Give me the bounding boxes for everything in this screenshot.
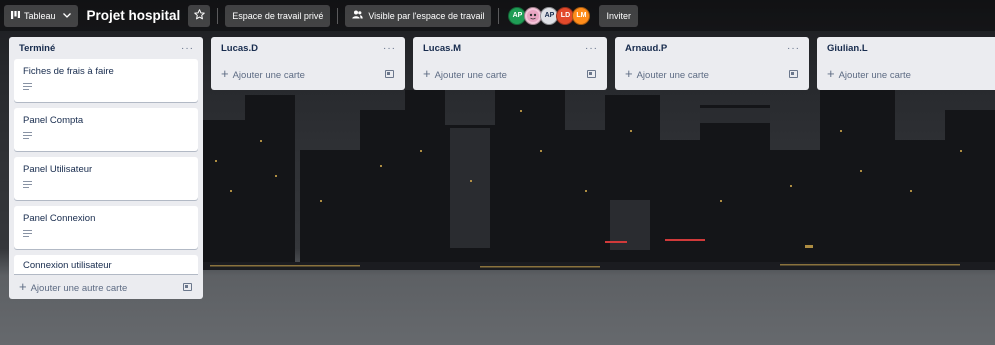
card-template-icon[interactable] bbox=[587, 69, 596, 78]
list-menu-icon[interactable]: ··· bbox=[181, 43, 194, 54]
header-divider bbox=[337, 7, 339, 24]
add-card-label: Ajouter une carte bbox=[636, 70, 709, 81]
list-title[interactable]: Terminé bbox=[19, 43, 55, 54]
add-card-label-wrap: + Ajouter une carte bbox=[625, 66, 709, 81]
add-card-label-wrap: + Ajouter une carte bbox=[423, 66, 507, 81]
add-card-label: Ajouter une carte bbox=[434, 70, 507, 81]
chevron-down-icon bbox=[62, 11, 71, 20]
list-header[interactable]: Lucas.M ··· bbox=[413, 37, 607, 59]
card-title: Fiches de frais à faire bbox=[23, 66, 114, 77]
board-title[interactable]: Projet hospital bbox=[87, 8, 181, 23]
list-title[interactable]: Lucas.D bbox=[221, 43, 258, 54]
add-card-label: Ajouter une carte bbox=[232, 70, 305, 81]
list-arnaud-p: Arnaud.P ··· + Ajouter une carte bbox=[615, 37, 809, 90]
add-card-label-wrap: + Ajouter une carte bbox=[221, 66, 305, 81]
add-card-label: Ajouter une carte bbox=[838, 70, 911, 81]
description-icon bbox=[23, 230, 32, 237]
plus-icon: + bbox=[827, 66, 835, 81]
description-icon bbox=[23, 132, 32, 139]
list-title[interactable]: Arnaud.P bbox=[625, 43, 667, 54]
card-template-icon[interactable] bbox=[385, 69, 394, 78]
card-template-icon[interactable] bbox=[183, 282, 192, 291]
plus-icon: + bbox=[625, 66, 633, 81]
card[interactable]: Panel Connexion bbox=[14, 206, 198, 249]
card[interactable]: Panel Utilisateur bbox=[14, 157, 198, 200]
list-menu-icon[interactable]: ··· bbox=[787, 43, 800, 54]
board-header: Tableau Projet hospital Espace de travai… bbox=[0, 0, 995, 31]
list-header[interactable]: Terminé ··· bbox=[9, 37, 203, 59]
description-icon bbox=[23, 83, 32, 90]
add-card-button[interactable]: + Ajouter une autre carte bbox=[9, 274, 203, 299]
visibility-label: Visible par l'espace de travail bbox=[368, 10, 485, 21]
workspace-button[interactable]: Espace de travail privé bbox=[225, 4, 331, 27]
list-header[interactable]: Lucas.D ··· bbox=[211, 37, 405, 59]
avatar[interactable]: LM bbox=[572, 6, 591, 25]
invite-button[interactable]: Inviter bbox=[599, 4, 638, 27]
plus-icon: + bbox=[423, 66, 431, 81]
card-title: Panel Compta bbox=[23, 115, 84, 126]
list-termine: Terminé ··· Fiches de frais à faire Pane… bbox=[9, 37, 203, 299]
card[interactable]: Fiches de frais à faire bbox=[14, 59, 198, 102]
header-divider bbox=[498, 7, 500, 24]
people-icon bbox=[352, 10, 364, 21]
member-avatars: AP AP LD LM bbox=[508, 6, 591, 25]
avatar-picture-icon bbox=[527, 9, 540, 22]
list-lucas-d: Lucas.D ··· + Ajouter une carte bbox=[211, 37, 405, 90]
invite-label: Inviter bbox=[606, 10, 631, 21]
add-card-label-wrap: + Ajouter une carte bbox=[827, 66, 911, 81]
add-card-label-wrap: + Ajouter une autre carte bbox=[19, 279, 127, 294]
board-view-button[interactable]: Tableau bbox=[4, 4, 78, 27]
star-icon bbox=[194, 9, 205, 22]
add-card-button[interactable]: + Ajouter une carte bbox=[817, 59, 995, 88]
list-menu-icon[interactable]: ··· bbox=[585, 43, 598, 54]
list-menu-icon[interactable]: ··· bbox=[383, 43, 396, 54]
card-template-icon[interactable] bbox=[789, 69, 798, 78]
star-button[interactable] bbox=[188, 4, 211, 27]
add-card-button[interactable]: + Ajouter une carte bbox=[615, 59, 809, 88]
card-title: Connexion utilisateur bbox=[23, 260, 112, 271]
description-icon bbox=[23, 181, 32, 188]
add-card-button[interactable]: + Ajouter une carte bbox=[211, 59, 405, 88]
list-giulian-l: Giulian.L + Ajouter une carte bbox=[817, 37, 995, 90]
card-title: Panel Utilisateur bbox=[23, 164, 93, 175]
list-title[interactable]: Giulian.L bbox=[827, 43, 868, 54]
add-card-label: Ajouter une autre carte bbox=[30, 283, 128, 294]
header-divider bbox=[217, 7, 219, 24]
workspace-label: Espace de travail privé bbox=[232, 10, 324, 21]
list-lucas-m: Lucas.M ··· + Ajouter une carte bbox=[413, 37, 607, 90]
list-header[interactable]: Arnaud.P ··· bbox=[615, 37, 809, 59]
plus-icon: + bbox=[221, 66, 229, 81]
plus-icon: + bbox=[19, 279, 27, 294]
board-icon bbox=[11, 10, 20, 21]
add-card-button[interactable]: + Ajouter une carte bbox=[413, 59, 607, 88]
list-title[interactable]: Lucas.M bbox=[423, 43, 461, 54]
card[interactable]: Panel Compta bbox=[14, 108, 198, 151]
visibility-button[interactable]: Visible par l'espace de travail bbox=[345, 4, 492, 27]
board-view-label: Tableau bbox=[24, 10, 56, 21]
card[interactable]: Connexion utilisateur bbox=[14, 255, 198, 274]
card-title: Panel Connexion bbox=[23, 213, 96, 224]
list-header[interactable]: Giulian.L bbox=[817, 37, 995, 59]
